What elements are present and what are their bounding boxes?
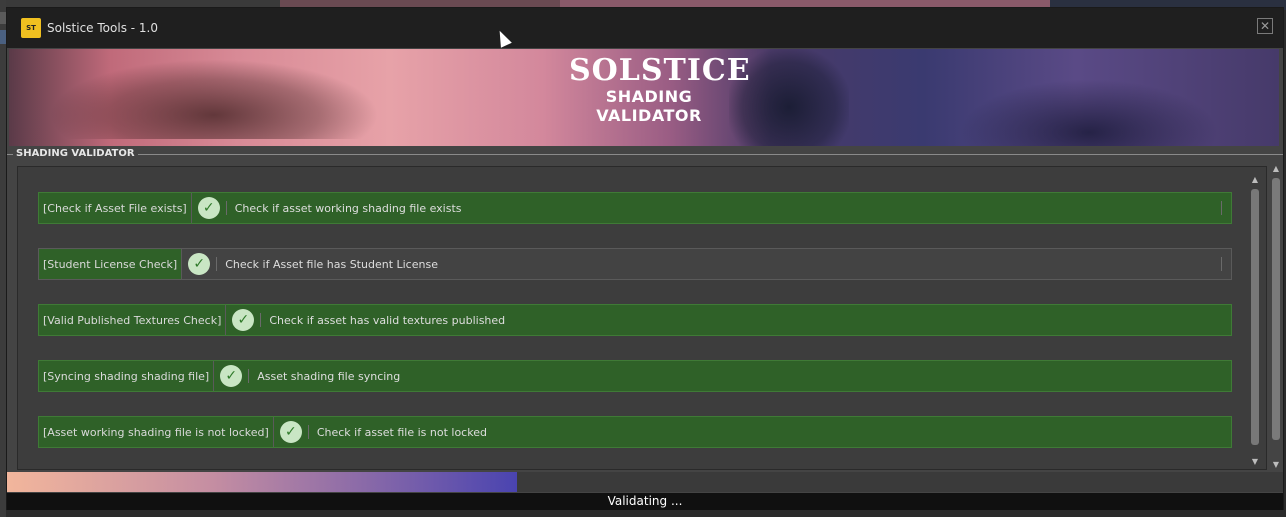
tool-name-line1: SHADING xyxy=(605,87,693,106)
scrollbar-thumb[interactable] xyxy=(1251,189,1259,445)
title-bar[interactable]: ST Solstice Tools - 1.0 ✕ xyxy=(7,8,1283,48)
row-end-divider xyxy=(1221,201,1222,215)
scrollbar-thumb[interactable] xyxy=(1272,178,1280,440)
app-logo-icon: ST xyxy=(21,18,41,38)
window-title: Solstice Tools - 1.0 xyxy=(47,21,158,35)
check-label: [Student License Check] xyxy=(39,249,183,279)
check-circle-icon: ✓ xyxy=(188,253,211,275)
check-label: [Asset working shading file is not locke… xyxy=(39,417,274,447)
check-row[interactable]: [Student License Check] ✓ Check if Asset f… xyxy=(38,248,1232,280)
app-icon-text: ST xyxy=(26,24,36,32)
checks-scroll-area[interactable]: ▲ ▼ [Check if Asset File exists] ✓ Check i… xyxy=(17,166,1267,470)
progress-fill xyxy=(7,472,518,492)
outer-scrollbar[interactable]: ▲ ▼ xyxy=(1271,164,1281,470)
row-divider xyxy=(248,369,250,383)
check-row[interactable]: [Asset working shading file is not locke… xyxy=(38,416,1232,448)
check-row[interactable]: [Valid Published Textures Check] ✓ Check i… xyxy=(38,304,1232,336)
arrow-down-icon[interactable]: ▼ xyxy=(1271,460,1281,470)
check-label: [Syncing shading shading file] xyxy=(39,361,215,391)
row-divider xyxy=(307,425,309,439)
row-divider xyxy=(260,313,262,327)
group-divider xyxy=(7,154,1283,155)
check-label: [Valid Published Textures Check] xyxy=(39,305,227,335)
check-description: Check if asset file is not locked xyxy=(316,425,487,439)
row-divider xyxy=(216,257,218,271)
check-description: Asset shading file syncing xyxy=(257,369,401,383)
arrow-up-icon[interactable]: ▲ xyxy=(1271,164,1281,174)
arrow-up-icon[interactable]: ▲ xyxy=(1250,175,1260,185)
check-description: Check if asset working shading file exis… xyxy=(234,201,462,215)
solstice-tools-window: ST Solstice Tools - 1.0 ✕ SOLSTICE SHADI… xyxy=(6,7,1284,510)
close-icon: ✕ xyxy=(1259,19,1271,33)
check-description: Check if asset has valid textures publis… xyxy=(269,313,506,327)
check-circle-icon: ✓ xyxy=(232,309,255,331)
check-label: [Check if Asset File exists] xyxy=(39,193,192,223)
group-title: SHADING VALIDATOR xyxy=(13,148,138,159)
validation-progress-bar xyxy=(7,472,1283,492)
banner-scenery-art xyxy=(959,79,1219,146)
row-end-divider xyxy=(1221,257,1222,271)
banner-logo: SOLSTICE SHADING VALIDATOR xyxy=(569,53,751,126)
check-circle-icon: ✓ xyxy=(197,197,220,219)
check-description: Check if Asset file has Student License xyxy=(225,257,438,271)
brand-name: SOLSTICE xyxy=(569,53,751,88)
close-button[interactable]: ✕ xyxy=(1257,18,1273,34)
check-row[interactable]: [Syncing shading shading file] ✓ Asset sha… xyxy=(38,360,1232,392)
tool-name-line2: VALIDATOR xyxy=(596,106,702,125)
check-row[interactable]: [Check if Asset File exists] ✓ Check if as… xyxy=(38,192,1232,224)
row-divider xyxy=(225,201,227,215)
status-text: Validating ... xyxy=(7,493,1283,510)
check-circle-icon: ✓ xyxy=(220,365,243,387)
banner-ship-art xyxy=(49,59,379,139)
check-circle-icon: ✓ xyxy=(279,421,302,443)
header-banner: SOLSTICE SHADING VALIDATOR xyxy=(9,49,1279,146)
arrow-down-icon[interactable]: ▼ xyxy=(1250,457,1260,467)
inner-scrollbar[interactable]: ▲ ▼ xyxy=(1250,175,1260,467)
